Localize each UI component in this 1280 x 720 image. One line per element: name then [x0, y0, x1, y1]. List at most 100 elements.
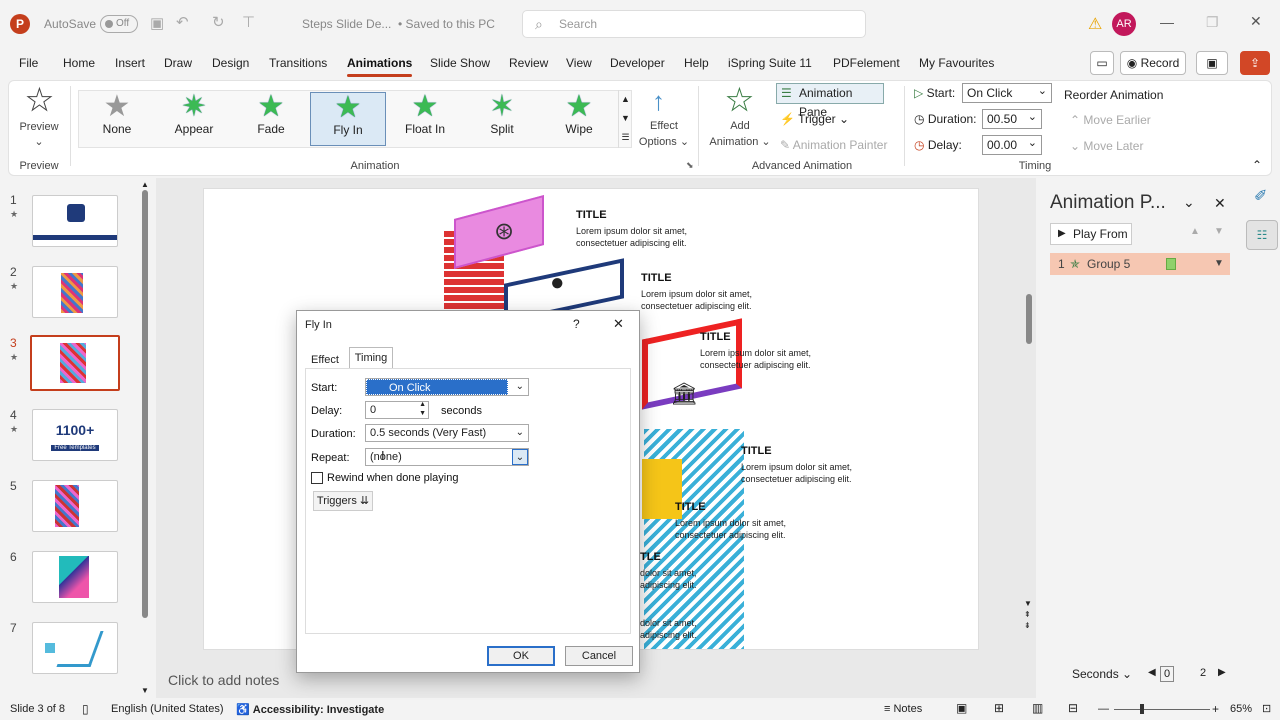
zoom-slider[interactable]: [1114, 709, 1210, 710]
slide-thumb-5[interactable]: [32, 480, 118, 532]
rewind-checkbox[interactable]: [311, 472, 323, 484]
tab-review[interactable]: Review: [509, 56, 548, 70]
chevron-down-icon[interactable]: ⌄: [1183, 194, 1195, 211]
slide-thumb-1[interactable]: [32, 195, 118, 247]
spelling-icon[interactable]: ▯: [82, 702, 89, 716]
anim-wipe[interactable]: ★ Wipe: [542, 92, 616, 146]
slide-nav-arrows[interactable]: ▼ ⇞ ⇟: [1024, 598, 1032, 631]
animation-painter-button[interactable]: ✎ Animation Painter: [780, 138, 887, 152]
notes-placeholder[interactable]: Click to add notes: [168, 672, 279, 688]
slide-thumb-3[interactable]: [30, 335, 120, 391]
dialog-close-icon[interactable]: ✕: [613, 316, 624, 332]
start-dropdown[interactable]: On Click: [962, 82, 1052, 103]
animation-pane-button[interactable]: ☰ Animation Pane: [776, 83, 884, 119]
tab-home[interactable]: Home: [63, 56, 95, 70]
duration-select[interactable]: 0.5 seconds (Very Fast) ⌄: [365, 424, 529, 442]
customize-icon[interactable]: ⊤: [242, 13, 255, 31]
slide-thumb-6[interactable]: [32, 551, 118, 603]
save-icon[interactable]: ▣: [150, 14, 164, 32]
tab-effect[interactable]: Effect: [305, 351, 345, 369]
preview-chevron-icon[interactable]: ⌄: [18, 135, 60, 148]
trigger-button[interactable]: ⚡ Trigger ⌄: [780, 112, 849, 126]
add-animation-button-line2[interactable]: Animation ⌄: [706, 135, 774, 148]
minimize-icon[interactable]: —: [1160, 14, 1174, 30]
zoom-in-icon[interactable]: +: [1212, 702, 1219, 716]
tab-draw[interactable]: Draw: [164, 56, 192, 70]
anim-fade[interactable]: ★ Fade: [234, 92, 308, 146]
tab-view[interactable]: View: [566, 56, 592, 70]
zoom-out-icon[interactable]: —: [1098, 703, 1109, 715]
dialog-launcher-icon[interactable]: ⬊: [686, 160, 694, 171]
reading-view-icon[interactable]: ▥: [1032, 701, 1043, 715]
scroll-up-icon[interactable]: ▲: [141, 180, 149, 189]
gallery-scroll[interactable]: ▲ ▼ ☰: [618, 90, 632, 148]
play-from-button[interactable]: ▶ Play From: [1050, 223, 1132, 245]
animation-pane-toggle-icon[interactable]: ☷: [1246, 220, 1278, 250]
share-button[interactable]: ⇪: [1240, 51, 1270, 75]
zoom-thumb[interactable]: [1140, 704, 1144, 714]
restore-icon[interactable]: ❐: [1206, 14, 1219, 31]
slide-thumb-7[interactable]: [32, 622, 118, 674]
repeat-select[interactable]: (none) ⌄: [365, 448, 529, 466]
tab-help[interactable]: Help: [684, 56, 709, 70]
duration-input[interactable]: 00.50: [982, 108, 1042, 129]
move-later-button[interactable]: ⌄ Move Later: [1070, 139, 1143, 153]
tab-insert[interactable]: Insert: [115, 56, 145, 70]
start-select[interactable]: On Click ⌄: [365, 378, 529, 396]
preview-button[interactable]: Preview: [18, 121, 60, 133]
autosave-toggle[interactable]: Off: [100, 15, 138, 33]
fit-slide-icon[interactable]: ⊡: [1262, 702, 1271, 715]
help-button[interactable]: ?: [573, 317, 580, 331]
timeline-right-icon[interactable]: ▶: [1218, 667, 1226, 678]
anim-float-in[interactable]: ★ Float In: [388, 92, 462, 146]
language[interactable]: English (United States): [111, 703, 224, 715]
slide-sorter-icon[interactable]: ⊞: [994, 701, 1004, 715]
tab-animations[interactable]: Animations: [347, 56, 413, 77]
redo-icon[interactable]: ↻: [212, 13, 225, 31]
close-icon[interactable]: ✕: [1250, 13, 1262, 30]
move-earlier-button[interactable]: ⌃ Move Earlier: [1070, 113, 1151, 127]
tab-timing[interactable]: Timing: [349, 347, 393, 369]
tab-pdfelement[interactable]: PDFelement: [833, 56, 900, 70]
thumbnail-scrollbar[interactable]: [142, 190, 148, 618]
anim-none[interactable]: ★ None: [80, 92, 154, 146]
delay-spinner[interactable]: 0 ▲ ▼: [365, 401, 429, 419]
delay-input[interactable]: 00.00: [982, 134, 1042, 155]
close-pane-icon[interactable]: ✕: [1214, 195, 1226, 212]
scroll-down-icon[interactable]: ▼: [141, 686, 149, 695]
item-dropdown-icon[interactable]: ▼: [1214, 253, 1224, 275]
slide-thumb-4[interactable]: 1100+ Free Templates: [32, 409, 118, 461]
ok-button[interactable]: OK: [487, 646, 555, 666]
tab-design[interactable]: Design: [212, 56, 249, 70]
designer-icon[interactable]: ✐: [1254, 186, 1267, 206]
effect-options-button-line2[interactable]: Options ⌄: [638, 135, 690, 148]
triggers-button[interactable]: Triggers ⇊: [313, 491, 373, 511]
anim-split[interactable]: ✶ Split: [465, 92, 539, 146]
zoom-level[interactable]: 65%: [1230, 703, 1252, 715]
normal-view-icon[interactable]: ▣: [956, 701, 967, 715]
accessibility-status[interactable]: ♿ Accessibility: Investigate: [236, 703, 384, 716]
slideshow-icon[interactable]: ⊟: [1068, 701, 1078, 715]
teams-button[interactable]: ▣: [1196, 51, 1228, 75]
slide-thumb-2[interactable]: [32, 266, 118, 318]
timeline-left-icon[interactable]: ◀: [1148, 667, 1156, 678]
preview-star-icon[interactable]: ★: [26, 85, 54, 116]
seconds-dropdown[interactable]: Seconds ⌄: [1072, 667, 1132, 681]
tab-slide-show[interactable]: Slide Show: [430, 56, 490, 70]
animation-item[interactable]: 1 ✯ Group 5 ▼: [1050, 253, 1230, 275]
notes-button[interactable]: ≡ Notes: [884, 703, 922, 715]
search-box[interactable]: ⌕ Search: [522, 10, 866, 38]
comments-button[interactable]: ▭: [1090, 51, 1114, 75]
cancel-button[interactable]: Cancel: [565, 646, 633, 666]
effect-options-button[interactable]: Effect: [638, 120, 690, 132]
move-up-icon[interactable]: ▲: [1190, 226, 1200, 237]
undo-icon[interactable]: ↶: [176, 13, 189, 31]
collapse-ribbon-icon[interactable]: ⌃: [1252, 158, 1262, 172]
add-animation-star-icon[interactable]: ★: [726, 85, 754, 116]
record-button[interactable]: ◉ Record: [1120, 51, 1186, 75]
tab-developer[interactable]: Developer: [610, 56, 665, 70]
tab-my-favourites[interactable]: My Favourites: [919, 56, 994, 70]
warning-icon[interactable]: ⚠: [1088, 14, 1102, 34]
tab-ispring[interactable]: iSpring Suite 11: [728, 56, 812, 70]
editor-scrollbar[interactable]: [1026, 294, 1032, 344]
